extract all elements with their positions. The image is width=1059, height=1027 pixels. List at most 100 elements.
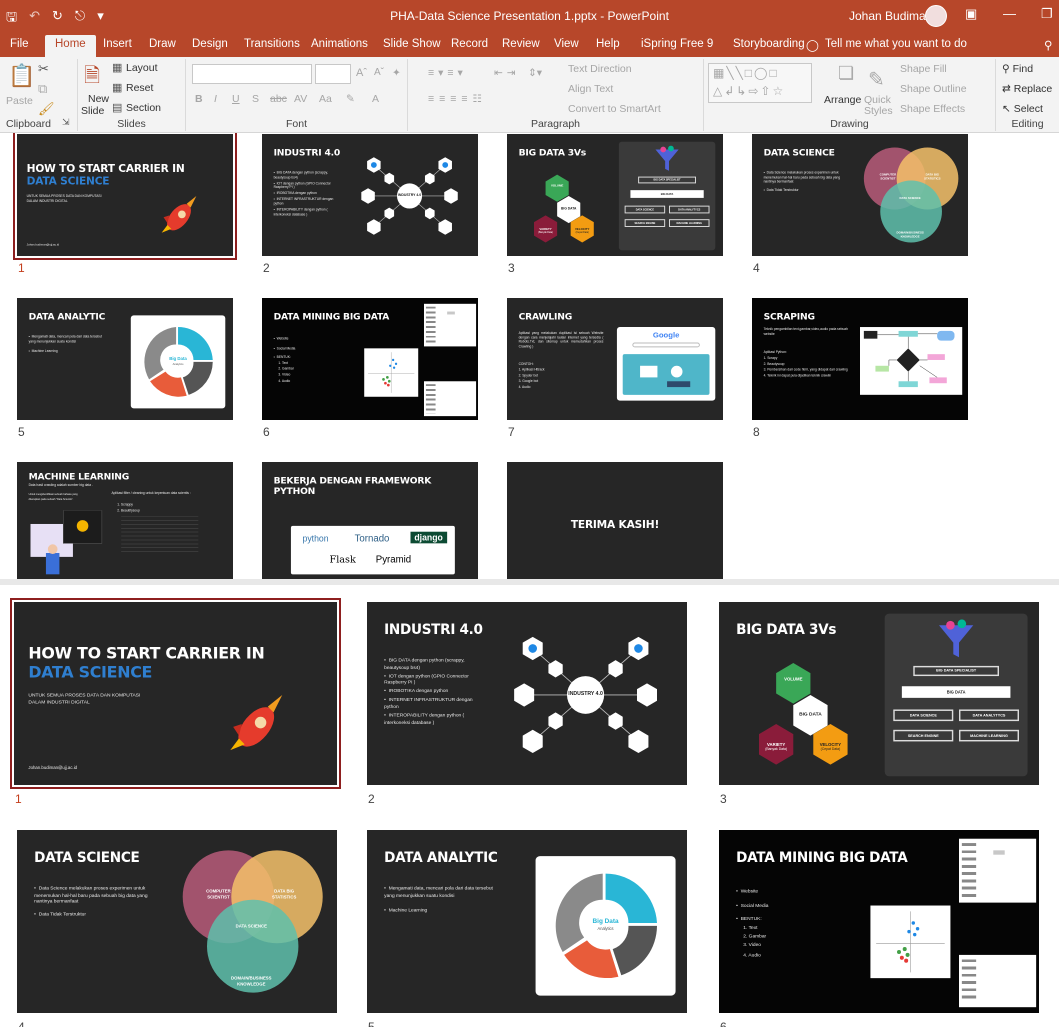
tab-insert[interactable]: Insert: [103, 38, 132, 50]
slide-thumbnail-5[interactable]: DATA ANALYTIC Mengamati data, mencari po…: [367, 830, 687, 1013]
donut-center-label: Big Data: [592, 917, 619, 925]
replace-button[interactable]: ⇄ Replace: [1002, 83, 1052, 95]
format-painter-icon[interactable]: 🖌: [38, 101, 55, 117]
find-button[interactable]: ⚲ Find: [1002, 63, 1033, 75]
arrange-icon[interactable]: ❏: [838, 63, 854, 84]
person-search-icon[interactable]: ⚲: [1044, 38, 1052, 52]
char-spacing-button[interactable]: AV: [294, 93, 307, 105]
tab-file[interactable]: File: [10, 38, 29, 50]
tab-help[interactable]: Help: [596, 38, 620, 50]
convert-smartart-button[interactable]: Convert to SmartArt: [568, 103, 661, 115]
quick-access-toolbar: 🖫 ↶ ↻ ⎋ ▾: [6, 8, 104, 30]
slide-thumbnail-5[interactable]: DATA ANALYTIC Mengamati data, mencari po…: [17, 298, 233, 420]
new-slide-button[interactable]: New: [88, 93, 109, 105]
align-text-button[interactable]: Align Text: [568, 83, 613, 95]
customize-qat-icon[interactable]: ▾: [97, 8, 104, 30]
hex-sublabel: (Banyak Data): [765, 747, 788, 752]
arrange-button[interactable]: Arrange: [824, 94, 861, 106]
save-icon[interactable]: 🖫: [6, 8, 17, 30]
shape-outline-button[interactable]: Shape Outline: [900, 83, 967, 95]
slide-thumbnail-10[interactable]: BEKERJA DENGAN FRAMEWORK PYTHON python T…: [262, 462, 478, 579]
tab-transitions[interactable]: Transitions: [244, 38, 300, 50]
bold-button[interactable]: B: [195, 93, 203, 105]
font-size-input[interactable]: [315, 64, 351, 84]
restore-icon[interactable]: ❐: [1041, 6, 1053, 22]
slide-thumbnail-8[interactable]: SCRAPING Teknik pengambilan text,gambar,…: [752, 298, 968, 420]
paste-icon[interactable]: 📋: [8, 63, 35, 89]
slide-thumbnail-2[interactable]: INDUSTRI 4.0 BIG DATA dengan python (scr…: [262, 134, 478, 256]
italic-button[interactable]: I: [214, 93, 217, 105]
font-name-input[interactable]: [192, 64, 312, 84]
tab-draw[interactable]: Draw: [149, 38, 176, 50]
new-slide-icon[interactable]: 🗎: [84, 61, 100, 95]
sub-item: 4. Audio: [278, 378, 291, 383]
toolbox-placeholder: [961, 959, 977, 1003]
slide-thumbnail-3[interactable]: BIG DATA 3Vs VOLUME BIG DATA VARIETY (Ba…: [719, 602, 1039, 785]
change-case-button[interactable]: Aa: [319, 93, 332, 105]
django-logo: django: [410, 531, 447, 544]
bullets-numbering-icon[interactable]: ≡▾≡▾: [428, 67, 467, 79]
tab-slide-show[interactable]: Slide Show: [383, 38, 441, 50]
grow-font-icon[interactable]: Aˆ: [356, 67, 367, 79]
minimize-icon[interactable]: —: [1003, 6, 1016, 21]
tab-review[interactable]: Review: [502, 38, 540, 50]
tab-storyboarding[interactable]: Storyboarding: [733, 38, 805, 50]
slide-thumbnail-1[interactable]: HOW TO START CARRIER IN DATA SCIENCE UNT…: [10, 598, 341, 789]
dialog-launcher-icon[interactable]: ⇲: [62, 117, 70, 128]
slide-thumbnail-9[interactable]: MACHINE LEARNING Data hasil crawling ada…: [17, 462, 233, 579]
slide-thumbnail-4[interactable]: DATA SCIENCE Data Science melakukan pros…: [752, 134, 968, 256]
font-color-button[interactable]: A: [372, 93, 379, 105]
hex-label: VOLUME: [550, 183, 564, 188]
undo-icon[interactable]: ↶: [29, 8, 40, 30]
tab-animations[interactable]: Animations: [311, 38, 368, 50]
section-button[interactable]: Section: [126, 102, 161, 114]
text-direction-button[interactable]: Text Direction: [568, 63, 632, 75]
slide-thumbnail-6[interactable]: DATA MINING BIG DATA Website Social Medi…: [262, 298, 478, 420]
reset-button[interactable]: Reset: [126, 82, 153, 94]
slide-title: BIG DATA 3Vs: [736, 622, 837, 639]
paste-button[interactable]: Paste: [6, 95, 33, 107]
tab-design[interactable]: Design: [192, 38, 228, 50]
sub-item: 4. Audio: [743, 951, 761, 958]
cut-icon[interactable]: ✂: [38, 61, 49, 77]
start-from-beginning-icon[interactable]: ⎋: [75, 8, 85, 30]
tab-ispring[interactable]: iSpring Free 9: [641, 38, 713, 50]
ribbon-display-options-icon[interactable]: ▣: [965, 6, 977, 22]
quick-styles-button-2[interactable]: Styles: [864, 105, 893, 117]
redo-icon[interactable]: ↻: [52, 8, 63, 30]
tab-home[interactable]: Home: [45, 35, 96, 57]
slide-thumbnail-1[interactable]: HOW TO START CARRIER IN DATA SCIENCE UNT…: [13, 133, 237, 260]
layout-button[interactable]: Layout: [126, 62, 158, 74]
shrink-font-icon[interactable]: Aˇ: [374, 67, 384, 78]
select-button[interactable]: ↖ Select: [1002, 103, 1043, 115]
alignment-icons[interactable]: ≡≡≡≡☷: [428, 93, 487, 105]
scatter-plot: [876, 911, 945, 973]
slide-thumbnail-11[interactable]: TERIMA KASIH!: [507, 462, 723, 579]
screenshot-card: [424, 381, 477, 417]
shape-fill-button[interactable]: Shape Fill: [900, 63, 947, 75]
diagram-center-label: INDUSTRY 4.0: [397, 193, 422, 197]
tell-me-search[interactable]: Tell me what you want to do: [825, 38, 967, 50]
tab-record[interactable]: Record: [451, 38, 488, 50]
clear-formatting-icon[interactable]: ✦: [392, 67, 401, 79]
new-slide-button-2[interactable]: Slide: [81, 105, 104, 117]
avatar[interactable]: [925, 5, 947, 27]
line-spacing-icon[interactable]: ⇕▾: [528, 67, 542, 79]
quick-styles-icon[interactable]: ✎: [868, 67, 885, 92]
slide-thumbnail-7[interactable]: CRAWLING Aplikasi yang melakukan duplika…: [507, 298, 723, 420]
slide-thumbnail-6[interactable]: DATA MINING BIG DATA Website Social Medi…: [719, 830, 1039, 1013]
slide-thumbnail-4[interactable]: DATA SCIENCE Data Science melakukan pros…: [17, 830, 337, 1013]
tab-view[interactable]: View: [554, 38, 579, 50]
shape-effects-button[interactable]: Shape Effects: [900, 103, 965, 115]
highlight-icon[interactable]: ✎: [346, 93, 355, 105]
slide-thumbnail-2[interactable]: INDUSTRI 4.0 BIG DATA dengan python (scr…: [367, 602, 687, 785]
underline-button[interactable]: U: [232, 93, 240, 105]
shadow-button[interactable]: S: [252, 93, 259, 105]
slide-thumbnail-3[interactable]: BIG DATA 3Vs VOLUME BIG DATA VARIETY (Ba…: [507, 134, 723, 256]
user-name[interactable]: Johan Budiman: [849, 9, 932, 23]
slide-title: DATA SCIENCE: [763, 147, 835, 159]
strikethrough-button[interactable]: abc: [270, 93, 287, 105]
copy-icon[interactable]: ⧉: [38, 81, 47, 97]
shapes-gallery[interactable]: ▦╲╲□◯□ △↲↳⇨⇧☆: [708, 63, 812, 103]
indent-icon[interactable]: ⇤⇥: [494, 67, 520, 79]
